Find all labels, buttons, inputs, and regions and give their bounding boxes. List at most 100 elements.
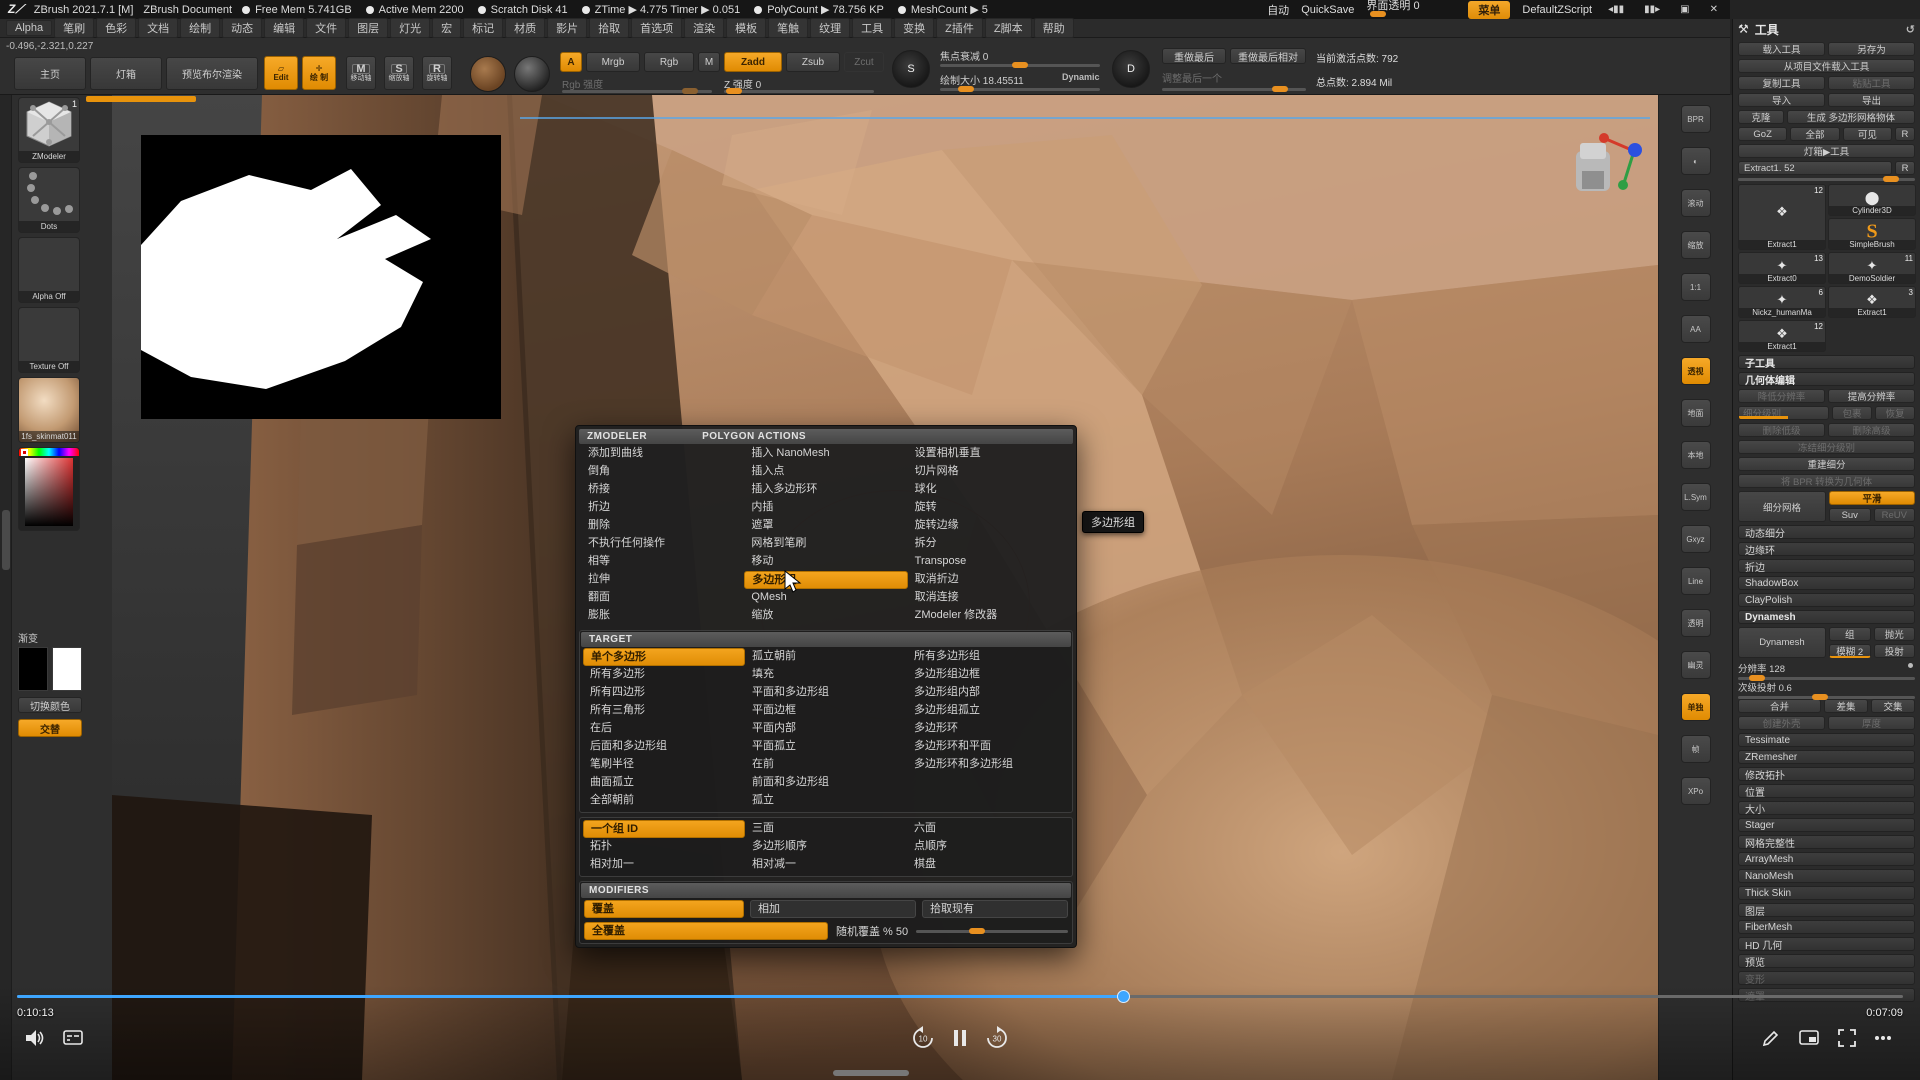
dynamesh-button[interactable]: Dynamesh	[1738, 627, 1826, 658]
group-id-item[interactable]: 棋盘	[907, 856, 1069, 874]
smt-button[interactable]: 平滑	[1829, 491, 1915, 505]
target-item[interactable]	[907, 792, 1069, 810]
lightbox-drag-bar[interactable]	[86, 96, 196, 102]
action-item[interactable]: 球化	[908, 481, 1071, 499]
divide-button[interactable]: 细分网格	[1738, 491, 1826, 522]
del-higher-button[interactable]: 删除高级	[1828, 423, 1915, 437]
action-item[interactable]: 翻面	[581, 589, 744, 607]
geometry-row[interactable]: Thick Skin	[1738, 886, 1915, 900]
menu-item[interactable]: 帮助	[1034, 18, 1074, 38]
geometry-row[interactable]: 网格完整性	[1738, 835, 1915, 849]
modifier-item[interactable]: 相加	[750, 900, 916, 918]
target-item[interactable]	[907, 774, 1069, 792]
wrap-button[interactable]: 包裹	[1832, 406, 1872, 420]
suv-button[interactable]: Suv	[1829, 508, 1871, 522]
action-item[interactable]: 取消连接	[908, 589, 1071, 607]
dynamesh-blur-slider[interactable]: 模糊 2	[1829, 644, 1871, 658]
random-coverage-nub[interactable]	[969, 928, 985, 934]
menu-toggle-button[interactable]: 菜单	[1468, 1, 1510, 19]
tool-slider-nub[interactable]	[1883, 176, 1899, 182]
right-shelf-icon[interactable]: Line	[1681, 567, 1711, 595]
menu-item[interactable]: 笔刷	[54, 18, 94, 38]
adjust-last-nub[interactable]	[1272, 86, 1288, 92]
menu-item[interactable]: 文档	[138, 18, 178, 38]
target-item[interactable]: 孤立朝前	[745, 648, 907, 666]
target-item[interactable]: 单个多边形	[583, 648, 745, 666]
add-button[interactable]: 合并	[1738, 699, 1821, 713]
geometry-row[interactable]: ClayPolish	[1738, 593, 1915, 607]
target-item[interactable]: 前面和多边形组	[745, 774, 907, 792]
gyro-axis-button[interactable]: R 旋转轴	[422, 56, 452, 90]
target-item[interactable]: 孤立	[745, 792, 907, 810]
sub-projection-nub[interactable]	[1812, 694, 1828, 700]
action-item[interactable]: 拆分	[908, 535, 1071, 553]
tool-tile[interactable]: ❖ 3 Extract1	[1828, 286, 1916, 318]
group-id-item[interactable]: 相对减一	[745, 856, 907, 874]
modifier-item[interactable]: 覆盖	[584, 900, 744, 918]
group-id-item[interactable]: 六面	[907, 820, 1069, 838]
target-item[interactable]: 曲面孤立	[583, 774, 745, 792]
pip-button[interactable]	[1796, 1027, 1822, 1049]
progress-knob[interactable]	[1117, 990, 1130, 1003]
create-shell-button[interactable]: 创建外壳	[1738, 716, 1825, 730]
menu-item[interactable]: 灯光	[390, 18, 430, 38]
rewind-10-button[interactable]: 10	[910, 1027, 936, 1049]
target-item[interactable]: 多边形环和多边形组	[907, 756, 1069, 774]
lower-res-button[interactable]: 降低分辨率	[1738, 389, 1825, 403]
bottom-scrollbar[interactable]	[833, 1070, 909, 1076]
anchor-a-button[interactable]: A	[560, 52, 582, 72]
geometry-row[interactable]: FiberMesh	[1738, 920, 1915, 934]
refresh-icon[interactable]: ↺	[1906, 23, 1915, 36]
adjust-last-slider[interactable]	[1162, 88, 1306, 91]
higher-res-button[interactable]: 提高分辨率	[1828, 389, 1915, 403]
material-button[interactable]: 1fs_skinmat011	[18, 377, 80, 443]
menu-item[interactable]: 动态	[222, 18, 262, 38]
target-item[interactable]: 平面和多边形组	[745, 684, 907, 702]
target-item[interactable]: 在后	[583, 720, 745, 738]
captions-button[interactable]	[60, 1027, 86, 1049]
right-shelf-icon[interactable]: AA	[1681, 315, 1711, 343]
import-button[interactable]: 导入	[1738, 93, 1825, 107]
export-button[interactable]: 导出	[1828, 93, 1915, 107]
random-coverage-slider[interactable]	[916, 930, 1068, 933]
video-progress-bar[interactable]	[17, 995, 1903, 998]
right-shelf-icon[interactable]: ◐	[1681, 147, 1711, 175]
menu-item[interactable]: 笔触	[768, 18, 808, 38]
opacity-nub[interactable]	[1370, 11, 1386, 17]
geometry-row[interactable]: ArrayMesh	[1738, 852, 1915, 866]
menu-item[interactable]: Z脚本	[985, 18, 1032, 38]
restore-window-button[interactable]: ▣	[1676, 4, 1693, 15]
secondary-color-swatch[interactable]	[52, 647, 82, 691]
right-shelf-icon[interactable]: XPo	[1681, 777, 1711, 805]
target-item[interactable]: 多边形组孤立	[907, 702, 1069, 720]
tool-tile[interactable]: ✦ 11 DemoSoldier	[1828, 252, 1916, 284]
dynamesh-header[interactable]: Dynamesh	[1738, 610, 1915, 624]
target-item[interactable]: 平面孤立	[745, 738, 907, 756]
target-item[interactable]: 所有多边形	[583, 666, 745, 684]
sub-projection-slider[interactable]: 次级投射 0.6	[1738, 680, 1915, 696]
menu-item[interactable]: Alpha	[6, 20, 52, 36]
action-item[interactable]: 拉伸	[581, 571, 744, 589]
restore-button[interactable]: 恢复	[1875, 406, 1915, 420]
target-item[interactable]: 平面边框	[745, 702, 907, 720]
action-item[interactable]: 删除	[581, 517, 744, 535]
preview-boolean-button[interactable]: 预览布尔渲染	[166, 57, 258, 90]
action-item[interactable]: 不执行任何操作	[581, 535, 744, 553]
group-id-item[interactable]: 点顺序	[907, 838, 1069, 856]
action-item[interactable]: 多边形组	[744, 571, 907, 589]
target-item[interactable]: 多边形组边框	[907, 666, 1069, 684]
color-picker[interactable]	[18, 447, 80, 531]
right-shelf-icon[interactable]: 单独	[1681, 693, 1711, 721]
action-item[interactable]: 设置相机垂直	[908, 445, 1071, 463]
geometry-expander[interactable]: 几何体编辑	[1738, 372, 1915, 386]
target-item[interactable]: 多边形环和平面	[907, 738, 1069, 756]
geometry-row[interactable]: HD 几何	[1738, 937, 1915, 951]
tool-slider[interactable]	[1738, 178, 1915, 181]
load-tool-button[interactable]: 载入工具	[1738, 42, 1825, 56]
dynamesh-group-button[interactable]: 组	[1829, 627, 1871, 641]
edit-mode-button[interactable]: ▱Edit	[264, 56, 298, 90]
group-id-item[interactable]: 相对加一	[583, 856, 745, 874]
action-item[interactable]: 遮罩	[744, 517, 907, 535]
geometry-row[interactable]: 图层	[1738, 903, 1915, 917]
reconstruct-button[interactable]: 重建细分	[1738, 457, 1915, 471]
